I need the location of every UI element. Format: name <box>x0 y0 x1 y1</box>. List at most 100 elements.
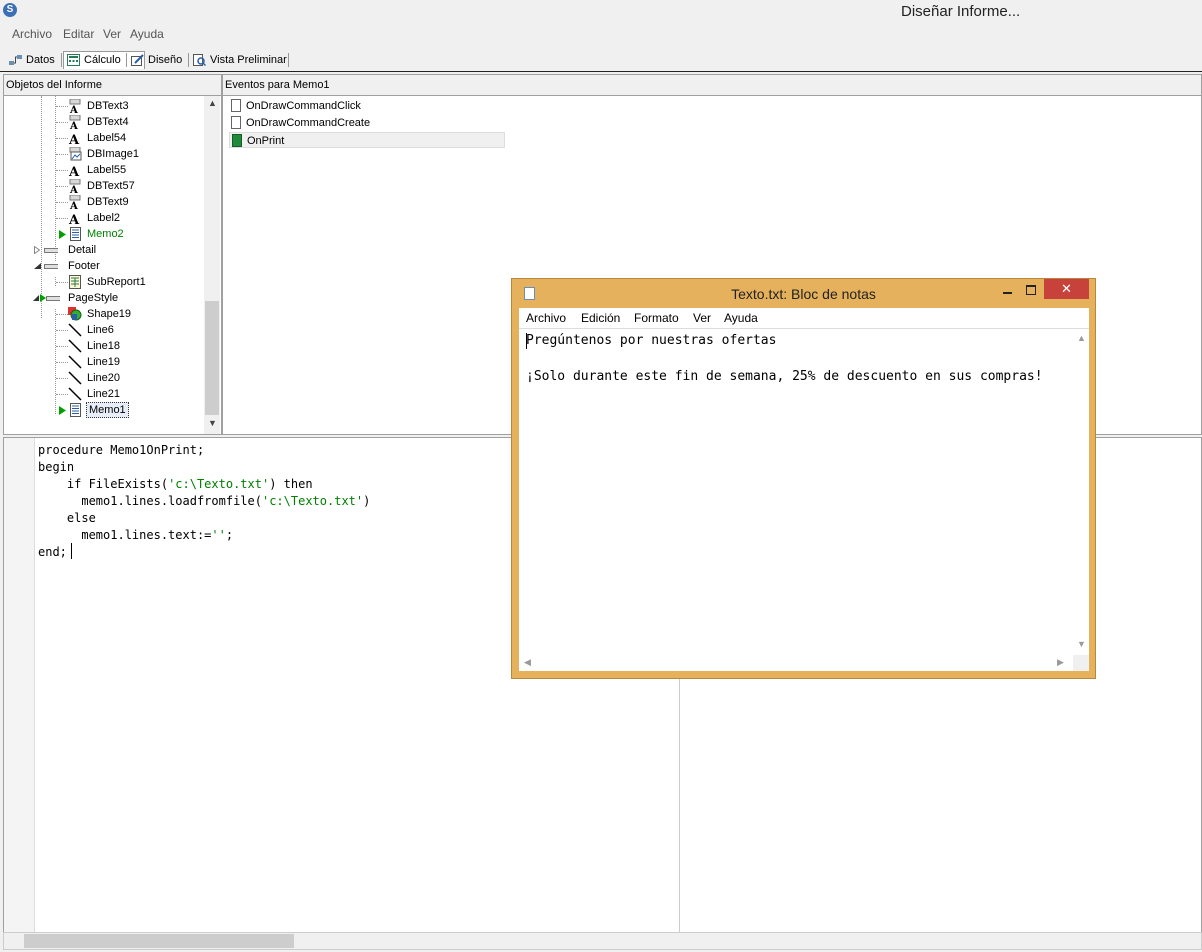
code-string-literal: 'c:\Texto.txt' <box>168 477 270 491</box>
tab-label: Cálculo <box>84 54 121 66</box>
svg-text:A: A <box>69 105 78 113</box>
scroll-up-icon[interactable]: ▲ <box>208 98 217 108</box>
panel-title: Eventos para Memo1 <box>223 75 1201 96</box>
label-icon: A <box>68 213 80 225</box>
line-icon <box>68 339 82 353</box>
memo-icon <box>70 227 81 241</box>
menu-editar[interactable]: Editar <box>63 27 94 41</box>
minimize-button[interactable] <box>998 283 1018 297</box>
preview-icon <box>193 54 206 66</box>
notepad-menu-bar: Archivo Edición Formato Ver Ayuda <box>519 308 1089 329</box>
code-line: end; <box>38 544 67 561</box>
document-icon <box>231 116 241 129</box>
event-onprint[interactable]: OnPrint <box>229 132 505 148</box>
notepad-menu-edicion[interactable]: Edición <box>581 311 620 325</box>
code-line: if FileExists('c:\Texto.txt') then <box>38 476 313 493</box>
tree-vertical-scrollbar[interactable]: ▲ ▼ <box>204 96 220 434</box>
scroll-thumb[interactable] <box>24 934 294 948</box>
menu-ayuda[interactable]: Ayuda <box>130 27 164 41</box>
notepad-text-area[interactable]: Pregúntenos por nuestras ofertas ¡Solo d… <box>519 329 1073 655</box>
band-icon <box>46 296 60 301</box>
svg-text:A: A <box>68 133 80 145</box>
event-ondrawcommandclick[interactable]: OnDrawCommandClick <box>229 98 361 114</box>
notepad-menu-ayuda[interactable]: Ayuda <box>724 311 758 325</box>
dbtext-icon: A <box>69 179 81 193</box>
scroll-right-icon[interactable]: ▶ <box>1057 657 1064 668</box>
code-token: ; <box>225 528 234 542</box>
band-icon <box>44 264 58 269</box>
scroll-down-icon[interactable]: ▼ <box>208 418 217 428</box>
calculator-icon <box>67 54 80 66</box>
event-marker-icon <box>59 230 66 239</box>
tab-separator <box>61 53 62 67</box>
line-icon <box>68 323 82 337</box>
svg-text:A: A <box>69 121 78 129</box>
close-button[interactable]: ✕ <box>1044 279 1089 299</box>
dbimage-icon <box>69 147 82 161</box>
code-token: else <box>66 511 96 525</box>
code-token: ) <box>363 494 371 508</box>
tab-separator <box>288 53 289 67</box>
notepad-text-line: Pregúntenos por nuestras ofertas <box>526 333 777 348</box>
tab-separator <box>126 53 127 67</box>
event-ondrawcommandcreate[interactable]: OnDrawCommandCreate <box>229 115 370 131</box>
scroll-up-icon[interactable]: ▲ <box>1077 333 1086 343</box>
editor-gutter <box>4 438 35 933</box>
tab-label: Datos <box>26 54 55 66</box>
notepad-window[interactable]: Texto.txt: Bloc de notas ✕ Archivo Edici… <box>511 278 1096 679</box>
design-icon <box>131 54 144 66</box>
code-token: begin <box>38 460 75 474</box>
notepad-horizontal-scrollbar[interactable]: ◀ ▶ <box>519 655 1073 671</box>
code-token: memo1.lines.text:= <box>81 528 212 542</box>
subreport-icon <box>69 275 81 289</box>
line-icon <box>68 355 82 369</box>
shape-icon <box>68 307 82 321</box>
collapse-arrow-icon[interactable] <box>33 294 46 302</box>
code-line: else <box>38 510 96 527</box>
label-icon: A <box>68 165 80 177</box>
maximize-button[interactable] <box>1021 283 1041 297</box>
code-token: ) then <box>269 477 313 491</box>
code-token: end; <box>38 545 67 559</box>
label-icon: A <box>68 133 80 145</box>
tab-label: Vista Preliminar <box>210 54 287 66</box>
menu-archivo[interactable]: Archivo <box>12 27 52 41</box>
code-line: memo1.lines.loadfromfile('c:\Texto.txt') <box>38 493 370 510</box>
notepad-menu-ver[interactable]: Ver <box>693 311 711 325</box>
tab-label: Diseño <box>148 54 183 66</box>
editor-horizontal-scrollbar[interactable] <box>3 932 1202 950</box>
scroll-thumb[interactable] <box>205 301 219 415</box>
code-token: if FileExists( <box>66 477 169 491</box>
window-title: Diseñar Informe... <box>901 3 1021 20</box>
tab-separator <box>188 53 189 67</box>
scroll-down-icon[interactable]: ▼ <box>1077 639 1086 649</box>
document-icon <box>231 99 241 112</box>
code-line: procedure Memo1OnPrint; <box>38 442 204 459</box>
notepad-text-line: ¡Solo durante este fin de semana, 25% de… <box>526 369 1043 384</box>
code-line: memo1.lines.text:=''; <box>38 527 233 544</box>
resize-grip-icon[interactable] <box>1073 655 1089 671</box>
band-icon <box>44 248 58 253</box>
menu-ver[interactable]: Ver <box>103 27 121 41</box>
collapse-arrow-icon[interactable] <box>34 263 41 269</box>
code-string-literal: '' <box>211 528 226 542</box>
menu-bar: Archivo Editar Ver Ayuda <box>0 25 1202 45</box>
dbtext-icon: A <box>69 99 81 113</box>
title-bar: S Diseñar Informe... <box>0 0 1202 24</box>
svg-text:A: A <box>68 165 80 177</box>
objects-tree: A DBText3 A DBText4 A Label54 DBImage1 A Lab… <box>4 96 203 434</box>
notepad-vertical-scrollbar[interactable]: ▲ ▼ <box>1073 329 1089 655</box>
report-objects-panel: Objetos del Informe A DBText3 A DBText4 AL… <box>3 74 222 435</box>
notepad-title-bar[interactable]: Texto.txt: Bloc de notas ✕ <box>512 279 1095 307</box>
panel-title: Objetos del Informe <box>4 75 221 96</box>
dbtext-icon: A <box>69 195 81 209</box>
code-token: memo1.lines.loadfromfile( <box>81 494 262 508</box>
scroll-left-icon[interactable]: ◀ <box>524 657 531 668</box>
expand-arrow-icon[interactable] <box>34 246 40 254</box>
code-token: procedure Memo1OnPrint; <box>38 443 205 457</box>
text-cursor <box>526 333 527 349</box>
svg-text:A: A <box>69 185 78 193</box>
event-marker-icon <box>59 406 66 415</box>
notepad-menu-formato[interactable]: Formato <box>634 311 679 325</box>
notepad-menu-archivo[interactable]: Archivo <box>526 311 566 325</box>
